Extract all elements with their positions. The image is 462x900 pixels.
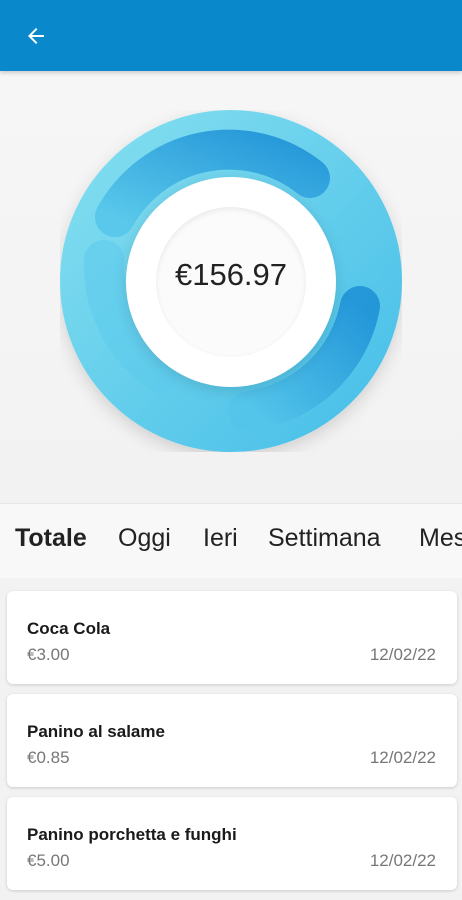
transaction-price: €5.00 — [27, 851, 70, 870]
arrow-left-icon — [28, 28, 44, 44]
transaction-price: €0.85 — [27, 748, 70, 767]
transaction-name: Panino al salame — [27, 722, 165, 741]
transaction-card[interactable]: Coca Cola €3.00 12/02/22 — [7, 591, 457, 684]
transaction-name: Coca Cola — [27, 619, 111, 638]
tab-totale[interactable]: Totale — [15, 524, 87, 553]
back-button[interactable] — [18, 18, 54, 54]
app-bar — [0, 0, 462, 71]
transaction-name: Panino porchetta e funghi — [27, 825, 237, 844]
transaction-date: 12/02/22 — [369, 851, 436, 870]
tab-mese[interactable]: Mes — [419, 524, 462, 553]
tab-ieri[interactable]: Ieri — [203, 524, 238, 553]
transaction-card[interactable]: Panino porchetta e funghi €5.00 12/02/22 — [7, 797, 457, 890]
tab-settimana[interactable]: Settimana — [268, 524, 381, 553]
transaction-card[interactable]: Panino al salame €0.85 12/02/22 — [7, 694, 457, 787]
tab-oggi[interactable]: Oggi — [118, 524, 171, 553]
period-tabs: Totale Oggi Ieri Settimana Mes — [0, 503, 462, 579]
transaction-list: Coca Cola €3.00 12/02/22 Panino al salam… — [0, 578, 462, 900]
total-amount: €156.97 — [174, 257, 288, 292]
transaction-date: 12/02/22 — [369, 748, 436, 767]
transaction-price: €3.00 — [27, 645, 70, 664]
transaction-date: 12/02/22 — [369, 645, 436, 664]
